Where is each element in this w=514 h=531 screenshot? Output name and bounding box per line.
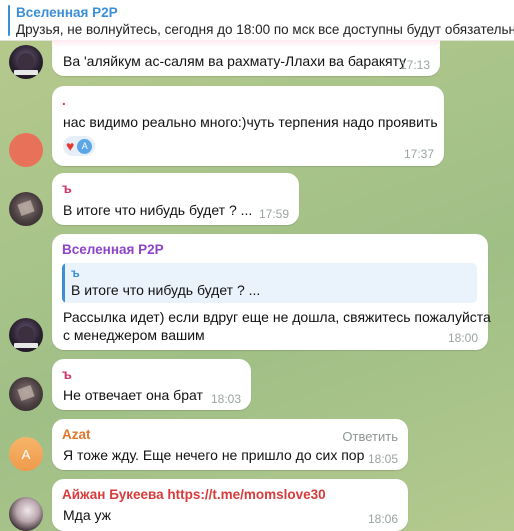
message-text-line: с менеджером вашим xyxy=(63,327,205,343)
message-time: 18:03 xyxy=(210,392,241,406)
sender-name[interactable]: . xyxy=(62,93,66,108)
avatar[interactable] xyxy=(9,133,43,167)
cropped-bubble-edge xyxy=(52,40,440,47)
pinned-message-bar[interactable]: Вселенная P2P Друзья, не волнуйтесь, сег… xyxy=(0,0,514,41)
message-bubble[interactable]: Вселенная P2P ъ В итоге что нибудь будет… xyxy=(52,234,491,350)
message-text: Я тоже жду. Еще нечего не пришло до сих … xyxy=(63,447,365,463)
sender-name[interactable]: Айжан Букеева https://t.me/momslove30 xyxy=(62,487,326,502)
message-time: 18:05 xyxy=(367,452,398,466)
quote-bar xyxy=(62,263,65,303)
message-text-line: Рассылка идет) если вдруг еще не дошла, … xyxy=(63,309,491,325)
avatar[interactable] xyxy=(9,497,43,531)
quote-text: В итоге что нибудь будет ? ... xyxy=(71,282,261,298)
reply-button[interactable]: Ответить xyxy=(342,429,398,444)
avatar[interactable]: A xyxy=(9,437,43,471)
reaction-avatar: A xyxy=(77,138,93,154)
avatar[interactable] xyxy=(9,192,43,226)
avatar[interactable] xyxy=(9,318,43,352)
message-bubble[interactable]: ъ Не отвечает она брат 18:03 xyxy=(52,359,251,410)
message-time: 18:06 xyxy=(367,512,398,526)
message-time: 17:13 xyxy=(399,58,430,72)
message-text: нас видимо реально много:)чуть терпения … xyxy=(63,114,438,130)
message-text: Мда уж xyxy=(63,507,112,523)
sender-name[interactable]: ъ xyxy=(62,367,72,382)
sender-name[interactable]: Azat xyxy=(62,427,91,442)
message-text: Не отвечает она брат xyxy=(63,387,203,403)
message-text: Ва 'аляйкум ас-салям ва рахмату-Ллахи ва… xyxy=(63,53,407,69)
reply-quote[interactable]: ъ В итоге что нибудь будет ? ... xyxy=(62,263,477,303)
sender-name[interactable]: ъ xyxy=(62,181,72,196)
message-bubble[interactable]: Azat Ответить Я тоже жду. Еще нечего не … xyxy=(52,419,408,470)
message-bubble[interactable]: . нас видимо реально много:)чуть терпени… xyxy=(52,86,444,166)
message-bubble[interactable]: Айжан Букеева https://t.me/momslove30 Мд… xyxy=(52,479,408,531)
pinned-accent-bar xyxy=(8,5,10,36)
avatar[interactable] xyxy=(9,45,43,79)
heart-icon: ♥ xyxy=(66,138,75,154)
pinned-title: Вселенная P2P xyxy=(16,5,118,20)
avatar[interactable] xyxy=(9,377,43,411)
message-time: 17:59 xyxy=(258,207,289,221)
message-time: 17:37 xyxy=(403,147,434,161)
reaction-badge[interactable]: ♥ A xyxy=(63,136,96,156)
message-text: В итоге что нибудь будет ? ... xyxy=(63,202,253,218)
message-time: 18:00 xyxy=(447,331,478,345)
pinned-text: Друзья, не волнуйтесь, сегодня до 18:00 … xyxy=(16,22,514,37)
quote-sender: ъ xyxy=(71,266,80,280)
message-bubble[interactable]: ъ В итоге что нибудь будет ? ... 17:59 xyxy=(52,173,299,225)
sender-name[interactable]: Вселенная P2P xyxy=(62,242,164,257)
